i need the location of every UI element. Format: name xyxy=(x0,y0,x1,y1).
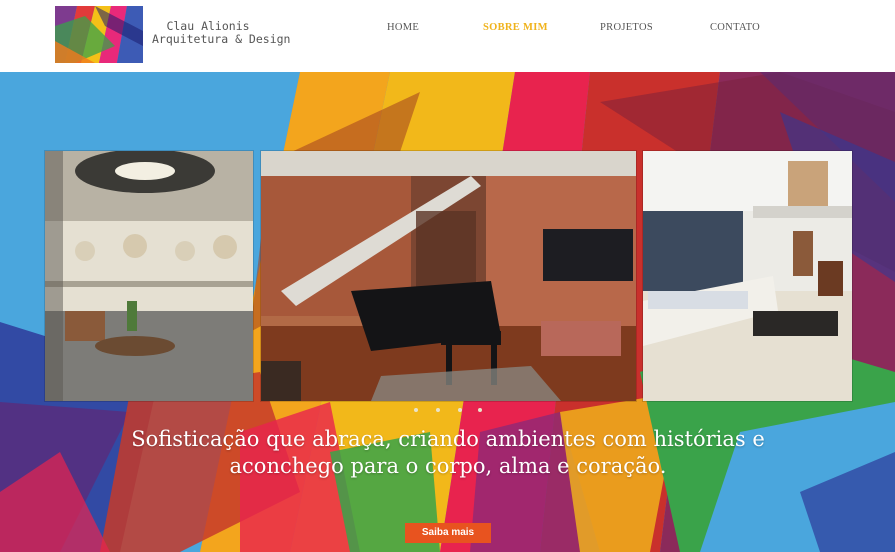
slide-image-left[interactable] xyxy=(44,150,254,402)
nav-item-home[interactable]: HOME xyxy=(387,22,419,33)
slider-dot-2[interactable] xyxy=(436,408,440,412)
slider-dot-3[interactable] xyxy=(458,408,462,412)
slide-image-center[interactable] xyxy=(260,150,637,402)
nav-item-sobre-mim[interactable]: SOBRE MIM xyxy=(483,22,548,33)
nav-item-projetos[interactable]: PROJETOS xyxy=(600,22,653,33)
slider-dot-1[interactable] xyxy=(414,408,418,412)
nav-item-contato[interactable]: CONTATO xyxy=(710,22,760,33)
hero-banner: Sofisticação que abraça, criando ambient… xyxy=(0,72,895,552)
slider-dot-4[interactable] xyxy=(478,408,482,412)
slide-image-right[interactable] xyxy=(642,150,853,402)
hero-headline: Sofisticação que abraça, criando ambient… xyxy=(131,427,765,478)
main-navigation: HOME SOBRE MIM PROJETOS CONTATO xyxy=(0,22,895,36)
saiba-mais-button[interactable]: Saiba mais xyxy=(405,523,491,543)
site-header: Clau Alionis Arquitetura & Design HOME S… xyxy=(0,0,895,72)
